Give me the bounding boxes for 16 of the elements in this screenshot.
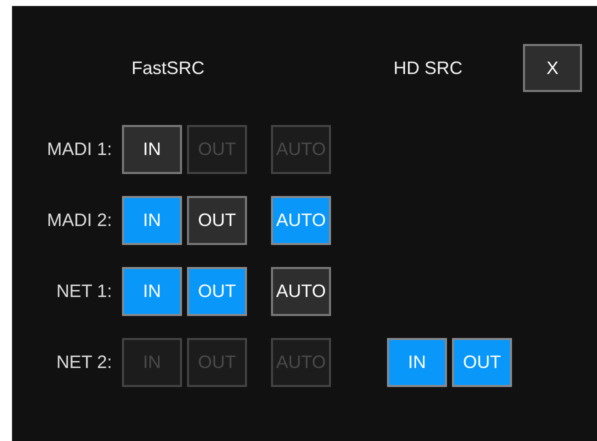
- fastsrc-toggle[interactable]: AUTO: [271, 196, 331, 245]
- channel-label: MADI 2:: [46, 210, 112, 231]
- fastsrc-toggle[interactable]: IN: [122, 267, 182, 316]
- fastsrc-toggle[interactable]: AUTO: [271, 267, 331, 316]
- channel-label: MADI 1:: [46, 139, 112, 160]
- hd-src-heading: HD SRC: [392, 58, 464, 78]
- channel-label: NET 2:: [55, 352, 112, 373]
- fastsrc-toggle[interactable]: IN: [122, 125, 182, 174]
- close-button[interactable]: X: [523, 44, 582, 92]
- fastsrc-toggle[interactable]: OUT: [187, 196, 247, 245]
- fastsrc-toggle[interactable]: OUT: [187, 267, 247, 316]
- hd-src-toggle[interactable]: IN: [387, 338, 447, 387]
- channel-label: NET 1:: [55, 281, 112, 302]
- fastsrc-toggle[interactable]: IN: [122, 196, 182, 245]
- hd-src-toggle[interactable]: OUT: [452, 338, 512, 387]
- fastsrc-heading: FastSRC: [130, 58, 206, 78]
